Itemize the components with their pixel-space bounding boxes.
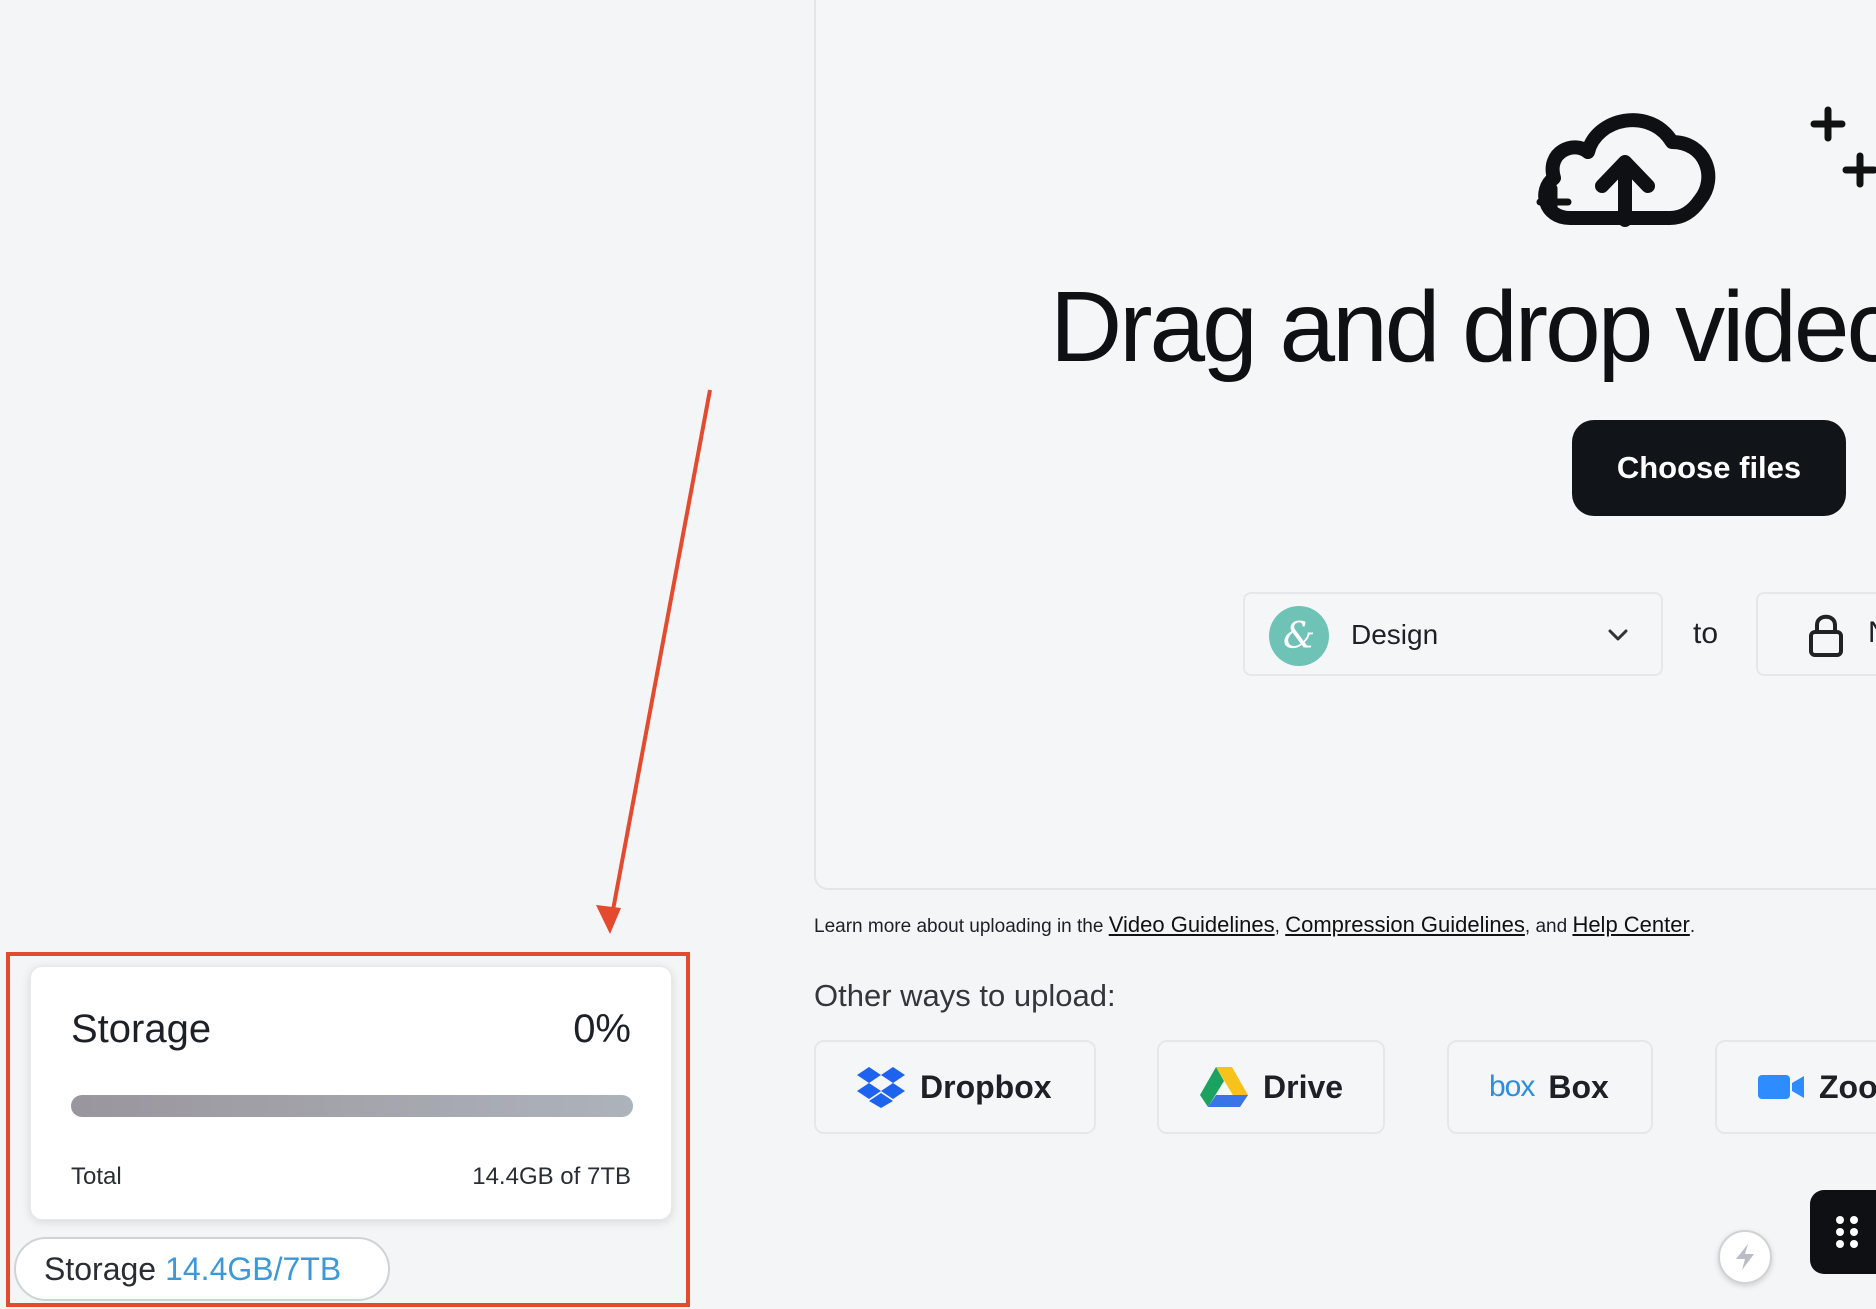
project-select-label: Design — [1351, 619, 1439, 650]
help-text-separator: , and — [1524, 916, 1573, 937]
choose-files-button[interactable]: Choose files — [1572, 420, 1846, 516]
service-label: Box — [1548, 1068, 1609, 1105]
box-icon: box — [1489, 1070, 1535, 1103]
storage-title: Storage — [71, 1007, 212, 1051]
lock-icon — [1809, 614, 1843, 657]
quick-actions-button[interactable] — [1718, 1230, 1772, 1284]
chevron-down-icon — [1608, 629, 1628, 641]
storage-total-value: 14.4GB of 7TB — [472, 1163, 631, 1190]
zoom-upload-button[interactable]: Zoo — [1715, 1040, 1876, 1134]
other-ways-title: Other ways to upload: — [814, 978, 1116, 1013]
project-select[interactable]: & Design — [1243, 592, 1663, 676]
help-text-separator: , — [1274, 916, 1286, 937]
storage-pill-button[interactable]: Storage 14.4GB/7TB — [14, 1237, 390, 1301]
storage-pill-label: Storage — [44, 1250, 157, 1287]
dropbox-icon — [857, 1067, 905, 1108]
lightning-icon — [1736, 1244, 1754, 1270]
privacy-select-label: N — [1868, 616, 1876, 650]
storage-total-label: Total — [71, 1163, 122, 1190]
drive-upload-button[interactable]: Drive — [1157, 1040, 1385, 1134]
help-center-link[interactable]: Help Center — [1572, 912, 1689, 937]
project-avatar: & — [1269, 606, 1329, 666]
storage-pill-value: 14.4GB/7TB — [165, 1250, 342, 1287]
upload-page: Drag and drop videc Choose files & Desig… — [0, 0, 1876, 1309]
box-upload-button[interactable]: box Box — [1447, 1040, 1653, 1134]
zoom-icon — [1758, 1075, 1804, 1099]
storage-popover: Storage 0% Total 14.4GB of 7TB — [30, 966, 672, 1220]
help-text-suffix: . — [1689, 916, 1696, 937]
upload-help-text: Learn more about uploading in the Video … — [814, 912, 1695, 938]
storage-percent: 0% — [573, 1007, 631, 1051]
service-label: Zoo — [1819, 1068, 1876, 1105]
google-drive-icon — [1200, 1067, 1248, 1107]
apps-menu-button[interactable] — [1810, 1190, 1876, 1274]
video-guidelines-link[interactable]: Video Guidelines — [1109, 912, 1275, 937]
dropzone-headline: Drag and drop videc — [1050, 271, 1876, 383]
help-text-prefix: Learn more about uploading in the — [814, 916, 1109, 937]
plus-sparkle-icon — [1810, 106, 1846, 142]
privacy-select[interactable]: N — [1756, 592, 1876, 676]
dropbox-upload-button[interactable]: Dropbox — [814, 1040, 1096, 1134]
storage-progress-bar — [71, 1095, 633, 1117]
cloud-upload-icon — [1538, 113, 1716, 227]
plus-sparkle-icon — [1842, 152, 1876, 188]
service-label: Dropbox — [920, 1068, 1052, 1105]
service-label: Drive — [1263, 1068, 1344, 1105]
compression-guidelines-link[interactable]: Compression Guidelines — [1285, 912, 1525, 937]
grid-dots-icon — [1836, 1216, 1858, 1248]
destination-to-label: to — [1693, 617, 1719, 650]
